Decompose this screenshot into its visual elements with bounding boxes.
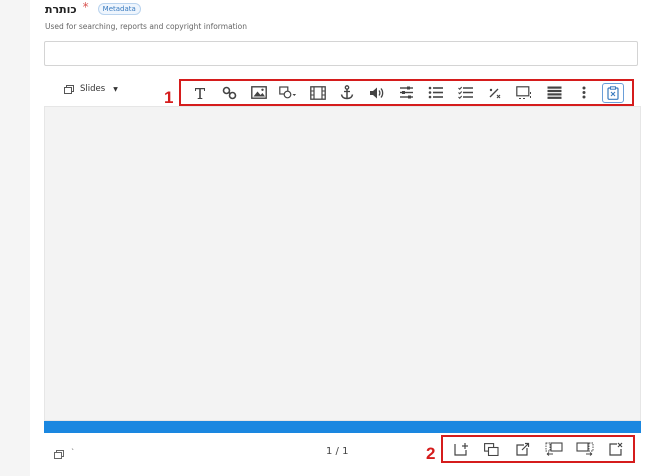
delete-slide-icon[interactable] [605, 440, 627, 458]
sliders-icon[interactable] [395, 83, 417, 103]
chevron-down-icon: ▼ [113, 85, 118, 93]
metadata-badge: Metadata [97, 3, 141, 15]
required-marker: * [82, 0, 89, 14]
slides-panel-icon[interactable] [54, 444, 64, 463]
checklist-icon[interactable] [455, 83, 477, 103]
slide-progress-bar [44, 421, 641, 433]
page-counter: 1 / 1 [326, 446, 349, 457]
fraction-icon[interactable] [484, 83, 506, 103]
image-icon[interactable] [248, 83, 270, 103]
add-slide-icon[interactable] [450, 440, 472, 458]
hotspot-icon[interactable] [514, 83, 536, 103]
list-icon[interactable] [543, 83, 565, 103]
video-icon[interactable] [307, 83, 329, 103]
text-icon[interactable] [189, 83, 211, 103]
anchor-icon[interactable] [336, 83, 358, 103]
callout-number-2: 2 [426, 444, 436, 463]
audio-icon[interactable] [366, 83, 388, 103]
numbered-list-icon[interactable] [425, 83, 447, 103]
more-icon[interactable] [573, 83, 595, 103]
slide-canvas[interactable] [44, 106, 641, 421]
slides-menu-button[interactable]: Slides ▼ [64, 84, 118, 94]
left-gutter [0, 0, 30, 476]
shape-icon[interactable] [277, 83, 299, 103]
separator-icon: ˎ [71, 441, 75, 450]
export-slide-icon[interactable] [512, 440, 534, 458]
duplicate-slide-icon[interactable] [481, 440, 503, 458]
slides-menu-label: Slides [80, 84, 106, 94]
slides-icon [64, 84, 74, 94]
slide-actions-toolbar [441, 435, 635, 463]
move-slide-right-icon[interactable] [574, 440, 596, 458]
callout-number-1: 1 [164, 88, 174, 107]
field-help-text: Used for searching, reports and copyrigh… [45, 22, 248, 31]
move-slide-left-icon[interactable] [543, 440, 565, 458]
editor-toolbar [179, 79, 634, 106]
title-input[interactable] [44, 41, 638, 66]
field-header: כותרת * Metadata [45, 0, 141, 18]
paste-icon[interactable] [602, 82, 625, 103]
link-icon[interactable] [218, 83, 240, 103]
field-title: כותרת [45, 2, 77, 16]
